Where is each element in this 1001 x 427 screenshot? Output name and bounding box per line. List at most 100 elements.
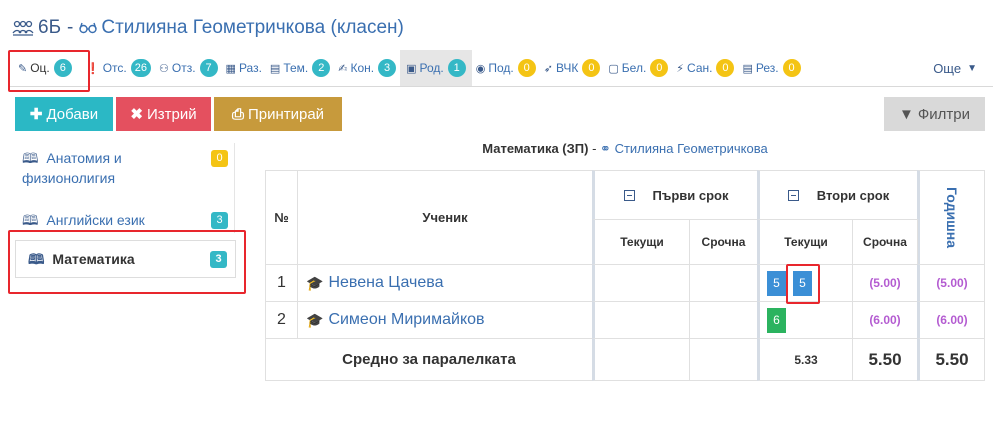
tab-support[interactable]: ◉ Под. 0 [472,50,540,86]
tab-label: Отс. [102,61,127,75]
term1-current-header: Текущи [592,219,690,265]
tab-label: Бел. [621,61,647,75]
tab-parents[interactable]: ▣ Род. 1 [400,50,472,86]
note-icon: ▢ [608,62,619,75]
tab-sanctions[interactable]: ⚡ Сан. 0 [672,50,738,86]
subject-teacher-link[interactable]: Стилияна Геометричкова [615,141,768,156]
list-icon: ▤ [269,62,281,75]
term1-current-cell[interactable] [592,264,690,302]
avg-term2-term: 5.50 [852,338,918,381]
grade-badge[interactable]: 5 [793,270,812,296]
table-title: Математика (ЗП) - ⚭ Стилияна Геометричко… [265,141,985,157]
add-label: Добави [46,105,99,123]
col-student-label: Ученик [422,210,468,225]
term1-term-cell[interactable] [689,301,758,339]
grade-badge[interactable]: 5 [767,270,786,296]
term2-term-header: Срочна [852,219,918,265]
student-cell[interactable]: 🎓 Симеон Миримайков [297,301,593,339]
expected-annual-grade: (6.00) [936,313,968,327]
term2-term-cell[interactable]: (6.00) [852,301,918,339]
tab-tests[interactable]: ✍ Кон. 3 [334,50,400,86]
avg-term-value: 5.50 [868,349,902,369]
exclamation-icon: ❗ [86,62,100,75]
tab-schedule[interactable]: ▦ Раз. [222,50,266,86]
tab-label: Под. [488,61,514,75]
tab-topics[interactable]: ▤ Тем. 2 [266,50,334,86]
class-average-label: Средно за паралелката [342,351,516,368]
class-average-label-cell: Средно за паралелката [265,338,593,381]
grades-table: № Ученик Първи срок Втори срок Годишна Т… [265,170,985,381]
grade-badge[interactable]: 6 [767,307,786,333]
rocket-icon: ➶ [543,62,553,75]
tab-remarks[interactable]: ⚇ Отз. 7 [155,50,222,86]
book-icon: 🕮 [28,251,45,267]
row-number-label: 2 [277,311,286,328]
term1-current-cell[interactable] [592,301,690,339]
subject-item-english[interactable]: 🕮 Английски език 3 [10,202,236,240]
print-button[interactable]: ⎙ Принтирай [214,97,342,131]
tab-grades[interactable]: ✎ Оц. 6 [8,50,82,86]
header-separator: - [67,17,74,38]
term2-current-cell[interactable]: 6 [757,301,853,339]
collapse-icon[interactable] [623,189,635,201]
student-cell[interactable]: 🎓 Невена Цачева [297,264,593,302]
grid-icon: ▦ [225,62,236,75]
avg-current-value: 5.33 [794,352,818,367]
tab-badge: 26 [130,59,151,77]
filter-label: Филтри [917,105,970,123]
annual-label: Годишна [944,186,960,248]
tab-badge: 3 [378,59,397,77]
tab-notes[interactable]: ▢ Бел. 0 [604,50,672,86]
avg-term1-term [689,338,758,381]
term1-header[interactable]: Първи срок [592,170,758,220]
expected-term-grade: (6.00) [869,313,901,327]
tab-results[interactable]: ▤ Рез. 0 [738,50,804,86]
tab-label: Род. [419,61,444,75]
expected-term-grade: (5.00) [869,276,901,290]
tab-badge: 0 [517,59,536,77]
annual-cell[interactable]: (5.00) [917,264,985,302]
tab-label: Раз. [238,61,262,75]
eye-icon: ◉ [475,62,486,75]
tab-label: Кон. [350,61,375,75]
current-label: Текущи [784,235,828,249]
subject-item-anatomy[interactable]: 🕮 Анатомия и физионолигия 0 [10,140,236,202]
edit-icon: ✍ [338,62,348,75]
delete-button[interactable]: ✖ Изтрий [116,97,211,131]
avg-annual: 5.50 [917,338,985,381]
term2-term-cell[interactable]: (5.00) [852,264,918,302]
add-button[interactable]: ✚ Добави [15,97,113,131]
collapse-icon[interactable] [787,189,799,201]
pencil-icon: ✎ [18,62,28,75]
student-name[interactable]: Симеон Миримайков [328,311,484,329]
more-dropdown[interactable]: Още ▼ [933,50,977,86]
student-name[interactable]: Невена Цачева [328,274,443,292]
filter-icon: ▼ [899,105,914,123]
filter-button[interactable]: ▼ Филтри [884,97,985,131]
title-separator: - [592,141,597,156]
annual-cell[interactable]: (6.00) [917,301,985,339]
current-label: Текущи [620,235,664,249]
tab-label: ВЧК [555,61,579,75]
tab-absences[interactable]: ❗ Отс. 26 [82,50,155,86]
more-label: Още [933,60,962,76]
printer-icon: ⎙ [231,105,244,123]
term2-current-cell[interactable]: 5 5 [757,264,853,302]
class-teacher-link[interactable]: Стилияна Геометричкова (класен) [101,17,404,39]
subject-badge: 3 [210,251,227,268]
row-number-label: 1 [277,274,286,291]
term2-header[interactable]: Втори срок [757,170,918,220]
subject-item-math[interactable]: 🕮 Математика 3 [15,240,236,278]
avg-term1-current [592,338,690,381]
tab-badge: 0 [716,59,735,77]
book-icon: 🕮 [22,150,39,166]
tab-label: Оц. [30,61,50,75]
subject-badge: 3 [211,212,228,229]
row-number: 1 [265,264,298,302]
term1-term-header: Срочна [689,219,758,265]
annual-header: Годишна [917,170,985,265]
tab-vchk[interactable]: ➶ ВЧК 0 [540,50,605,86]
term1-term-cell[interactable] [689,264,758,302]
document-icon: ▤ [742,62,753,75]
subject-list: 🕮 Анатомия и физионолигия 0 🕮 Английски … [10,140,236,278]
